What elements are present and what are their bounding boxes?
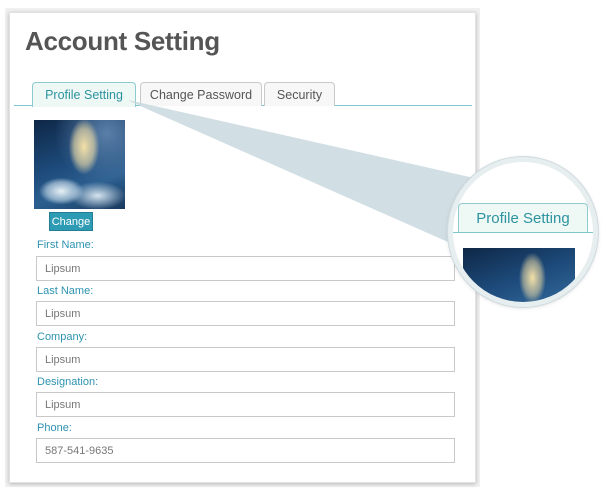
profile-picture bbox=[34, 120, 125, 209]
company-label: Company: bbox=[37, 331, 88, 343]
settings-tabs: Profile Setting Change Password Security bbox=[14, 80, 472, 107]
tab-security[interactable]: Security bbox=[264, 82, 335, 106]
zoom-magnifier: Profile Setting bbox=[448, 157, 598, 307]
designation-label: Designation: bbox=[37, 376, 99, 388]
phone-field[interactable]: 587-541-9635 bbox=[36, 438, 455, 463]
company-field[interactable]: Lipsum bbox=[36, 347, 455, 372]
change-photo-button[interactable]: Change bbox=[49, 212, 93, 231]
first-name-field[interactable]: Lipsum bbox=[36, 256, 455, 281]
page-title: Account Setting bbox=[25, 26, 220, 56]
phone-label: Phone: bbox=[37, 422, 72, 434]
designation-field[interactable]: Lipsum bbox=[36, 392, 455, 417]
account-setting-panel: Account Setting Profile Setting Change P… bbox=[9, 12, 476, 483]
tab-change-password[interactable]: Change Password bbox=[140, 82, 262, 106]
tab-profile-setting[interactable]: Profile Setting bbox=[32, 82, 136, 107]
magnified-profile-picture bbox=[463, 248, 575, 302]
first-name-label: First Name: bbox=[37, 239, 94, 251]
last-name-label: Last Name: bbox=[37, 285, 94, 297]
last-name-field[interactable]: Lipsum bbox=[36, 301, 455, 326]
magnified-tab-underline bbox=[453, 232, 593, 233]
magnified-tab-profile-setting: Profile Setting bbox=[458, 203, 588, 232]
